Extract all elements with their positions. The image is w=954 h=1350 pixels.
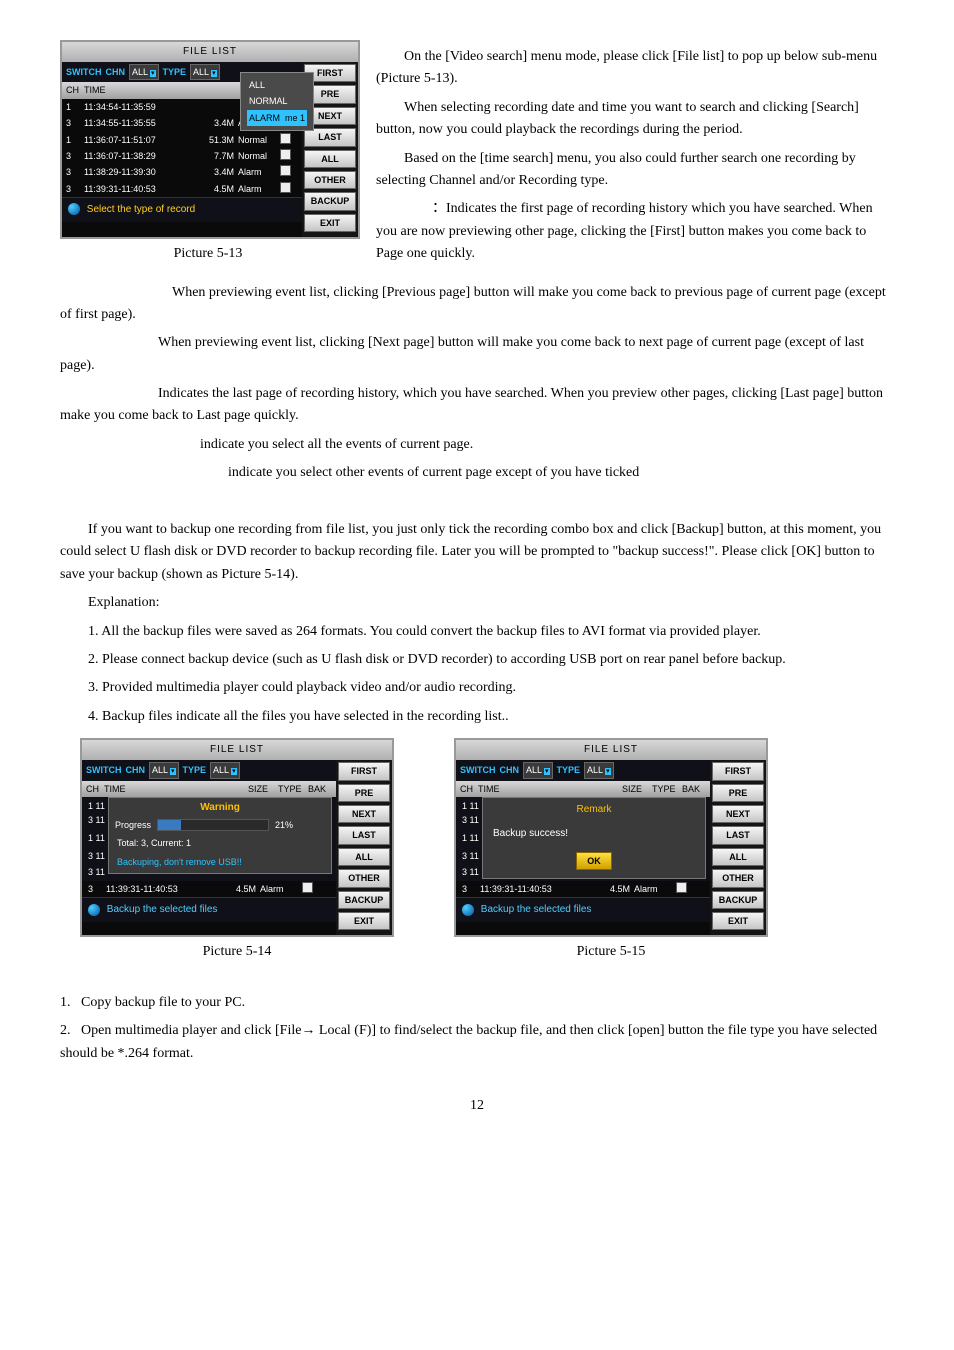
numbered-list: 1. Copy backup file to your PC. 2. Open … xyxy=(60,992,894,1065)
first-button[interactable]: FIRST xyxy=(338,762,390,780)
paragraph: 2. Please connect backup device (such as… xyxy=(60,649,894,671)
backuping-msg: Backuping, don't remove USB!! xyxy=(109,853,331,871)
exit-button[interactable]: EXIT xyxy=(304,214,356,232)
pre-button[interactable]: PRE xyxy=(338,784,390,802)
chn-select[interactable]: ALL▾ xyxy=(129,64,159,80)
explanation-heading: Explanation: xyxy=(60,592,894,614)
remark-title: Remark xyxy=(483,800,705,820)
all-button[interactable]: ALL xyxy=(712,848,764,866)
success-msg: Backup success! xyxy=(483,820,705,848)
other-button[interactable]: OTHER xyxy=(712,869,764,887)
caption-515: Picture 5-15 xyxy=(454,941,768,963)
dialog-515: FILE LIST SWITCH CHN ALL▾ TYPE ALL▾ CH T… xyxy=(454,738,768,937)
paragraph: When previewing event list, clicking [Ne… xyxy=(60,332,894,377)
all-button[interactable]: ALL xyxy=(338,848,390,866)
header-ch: CH xyxy=(66,83,84,97)
dialog-title: FILE LIST xyxy=(456,740,766,760)
filter-row: SWITCH CHN ALL▾ TYPE ALL▾ xyxy=(456,760,710,780)
chn-label: CHN xyxy=(106,65,126,79)
footer-bar: Backup the selected files xyxy=(82,897,336,922)
ok-button[interactable]: OK xyxy=(576,852,612,870)
row-checkbox[interactable] xyxy=(280,182,291,193)
footer-bar: Backup the selected files xyxy=(456,897,710,922)
paragraph: 1. All the backup files were saved as 26… xyxy=(60,621,894,643)
info-icon xyxy=(462,904,474,916)
page-number: 12 xyxy=(60,1095,894,1117)
all-button[interactable]: ALL xyxy=(304,150,356,168)
pre-button[interactable]: PRE xyxy=(712,784,764,802)
row-checkbox[interactable] xyxy=(280,149,291,160)
paragraph: If you want to backup one recording from… xyxy=(60,519,894,586)
list-header: CH TIME SIZE TYPE BAK xyxy=(456,781,710,797)
footer-text: Backup the selected files xyxy=(107,904,218,915)
dialog-title: FILE LIST xyxy=(62,42,358,62)
footer-bar: Select the type of record xyxy=(62,197,302,222)
list-header: CH TIME SIZE TYPE BAK xyxy=(82,781,336,797)
warning-title: Warning xyxy=(109,800,331,816)
row-checkbox[interactable] xyxy=(280,165,291,176)
paragraph: 3. Provided multimedia player could play… xyxy=(60,677,894,699)
backup-button[interactable]: BACKUP xyxy=(712,891,764,909)
info-icon xyxy=(88,904,100,916)
paragraph: indicate you select other events of curr… xyxy=(60,462,894,484)
info-icon xyxy=(68,203,80,215)
footer-text: Select the type of record xyxy=(87,204,195,215)
row-checkbox[interactable] xyxy=(280,133,291,144)
type-dropdown[interactable]: ALL NORMAL ALARM me 1 xyxy=(240,72,314,131)
chn-select[interactable]: ALL▾ xyxy=(523,762,553,778)
header-time: TIME xyxy=(84,83,204,97)
caption-514: Picture 5-14 xyxy=(80,941,394,963)
next-button[interactable]: NEXT xyxy=(338,805,390,823)
paragraph: When previewing event list, clicking [Pr… xyxy=(60,282,894,327)
switch-label: SWITCH xyxy=(66,65,102,79)
paragraph: 4. Backup files indicate all the files y… xyxy=(60,706,894,728)
first-button[interactable]: FIRST xyxy=(712,762,764,780)
other-button[interactable]: OTHER xyxy=(338,869,390,887)
type-label: TYPE xyxy=(163,65,187,79)
caption-513: Picture 5-13 xyxy=(60,243,356,265)
dialog-title: FILE LIST xyxy=(82,740,392,760)
footer-text: Backup the selected files xyxy=(481,904,592,915)
type-select[interactable]: ALL▾ xyxy=(210,762,240,778)
chevron-down-icon: ▾ xyxy=(150,70,156,77)
total-info: Total: 3, Current: 1 xyxy=(109,834,331,852)
dialog-514: FILE LIST SWITCH CHN ALL▾ TYPE ALL▾ CH T… xyxy=(80,738,394,937)
last-button[interactable]: LAST xyxy=(712,826,764,844)
dialog-513: FILE LIST SWITCH CHN ALL▾ TYPE ALL▾ CH T… xyxy=(60,40,360,239)
type-select[interactable]: ALL▾ xyxy=(584,762,614,778)
last-button[interactable]: LAST xyxy=(338,826,390,844)
exit-button[interactable]: EXIT xyxy=(338,912,390,930)
paragraph: indicate you select all the events of cu… xyxy=(60,434,894,456)
progress-row: Progress 21% xyxy=(109,816,331,834)
progress-bar xyxy=(157,819,269,831)
chevron-down-icon: ▾ xyxy=(211,70,217,77)
other-button[interactable]: OTHER xyxy=(304,171,356,189)
chn-select[interactable]: ALL▾ xyxy=(149,762,179,778)
type-select[interactable]: ALL▾ xyxy=(190,64,220,80)
paragraph: Indicates the last page of recording his… xyxy=(60,383,894,428)
filter-row: SWITCH CHN ALL▾ TYPE ALL▾ xyxy=(82,760,336,780)
next-button[interactable]: NEXT xyxy=(712,805,764,823)
backup-button[interactable]: BACKUP xyxy=(304,192,356,210)
exit-button[interactable]: EXIT xyxy=(712,912,764,930)
backup-button[interactable]: BACKUP xyxy=(338,891,390,909)
